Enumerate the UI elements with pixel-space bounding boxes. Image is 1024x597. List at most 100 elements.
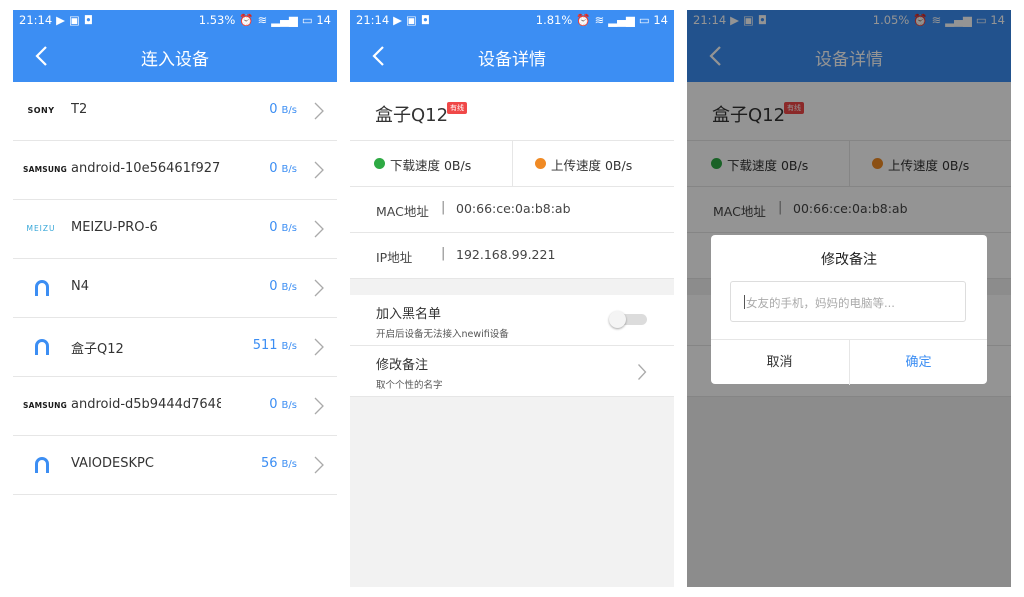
blacklist-subtitle: 开启后设备无法接入newifi设备: [376, 329, 509, 340]
status-bar: 21:14 ▶ ▣ ◘ 1.53% ⏰ ≋ ▂▄▆ ▭ 14: [13, 10, 337, 30]
device-name: VAIODESKPC: [71, 456, 154, 471]
image-icon: ▣: [69, 13, 80, 27]
nav-bar: 连入设备: [13, 30, 337, 82]
speed-unit: B/s: [281, 223, 297, 234]
dialog-title: 修改备注: [821, 252, 877, 268]
chevron-right-icon: [638, 364, 647, 380]
samsung-logo-icon: SAMSUNG: [23, 165, 67, 174]
ip-label: IP地址: [376, 250, 413, 265]
device-name: T2: [71, 102, 88, 117]
status-level: 14: [653, 13, 668, 27]
speed-unit: B/s: [281, 459, 297, 470]
remark-row[interactable]: 修改备注 取个个性的名字: [350, 346, 674, 397]
screen-connected-devices: 21:14 ▶ ▣ ◘ 1.53% ⏰ ≋ ▂▄▆ ▭ 14 连入设备 SONY T2 0 B/…: [13, 10, 337, 587]
device-row[interactable]: SAMSUNG android-10e56461f9278.. 0 B/s: [13, 141, 337, 200]
download-icon: [374, 158, 385, 169]
remark-input[interactable]: 女友的手机，妈妈的电脑等...: [730, 281, 966, 322]
alarm-icon: ⏰: [576, 13, 591, 27]
device-speed: 56: [261, 456, 278, 471]
chevron-right-icon: [314, 456, 324, 474]
device-row[interactable]: 盒子Q12 511 B/s: [13, 318, 337, 377]
device-row[interactable]: VAIODESKPC 56 B/s: [13, 436, 337, 495]
status-time: 21:14: [356, 13, 390, 27]
download-cell: 下载速度 0B/s: [350, 141, 512, 186]
download-speed: 下载速度 0B/s: [390, 158, 472, 173]
upload-speed: 上传速度 0B/s: [551, 158, 633, 173]
speed-unit: B/s: [281, 105, 297, 116]
device-row[interactable]: MEIZU MEIZU-PRO-6 0 B/s: [13, 200, 337, 259]
chevron-right-icon: [314, 279, 324, 297]
meizu-logo-icon: MEIZU: [26, 224, 56, 233]
status-level: 14: [316, 13, 331, 27]
device-speed: 0: [269, 161, 278, 176]
separator: |: [441, 200, 446, 215]
speed-unit: B/s: [281, 341, 297, 352]
wired-badge: 有线: [447, 102, 467, 114]
remark-input-placeholder: 女友的手机，妈妈的电脑等...: [746, 296, 895, 310]
edit-remark-dialog: 修改备注 女友的手机，妈妈的电脑等... 取消 确定: [711, 235, 987, 385]
speed-row: 下载速度 0B/s 上传速度 0B/s: [350, 141, 674, 187]
speed-unit: B/s: [281, 164, 297, 175]
device-name: android-10e56461f9278..: [71, 161, 221, 176]
device-speed: 0: [269, 397, 278, 412]
page-title: 连入设备: [141, 50, 209, 70]
remark-subtitle: 取个个性的名字: [376, 380, 443, 391]
signal-icon: ▂▄▆: [608, 13, 635, 27]
speed-unit: B/s: [281, 282, 297, 293]
chevron-right-icon: [314, 397, 324, 415]
ip-row: IP地址 | 192.168.99.221: [350, 233, 674, 279]
upload-cell: 上传速度 0B/s: [512, 141, 674, 186]
page-title: 设备详情: [478, 50, 546, 70]
router-n-icon: [35, 457, 49, 473]
sony-logo-icon: SONY: [27, 106, 55, 115]
wifi-icon: ≋: [257, 13, 268, 27]
device-speed: 0: [269, 102, 278, 117]
status-battery-percent: 1.53: [198, 13, 225, 27]
toggle-knob: [609, 311, 626, 328]
device-name: MEIZU-PRO-6: [71, 220, 158, 235]
image-icon: ▣: [406, 13, 417, 27]
mac-value: 00:66:ce:0a:b8:ab: [456, 201, 571, 216]
chevron-right-icon: [314, 220, 324, 238]
remark-title: 修改备注: [376, 358, 429, 373]
device-name: N4: [71, 279, 89, 294]
separator: |: [441, 246, 446, 261]
battery-icon: ▭: [301, 13, 313, 27]
battery-icon: ▭: [638, 13, 650, 27]
signal-icon: ▂▄▆: [271, 13, 298, 27]
device-header: 盒子Q12 有线: [350, 82, 674, 141]
device-speed: 0: [269, 220, 278, 235]
alarm-icon: ⏰: [239, 13, 254, 27]
device-row[interactable]: SAMSUNG android-d5b9444d76486.. 0B/s: [13, 377, 337, 436]
mac-label: MAC地址: [376, 204, 429, 219]
notification-icon: ◘: [83, 13, 93, 27]
cancel-button[interactable]: 取消: [711, 340, 848, 385]
blacklist-toggle[interactable]: [609, 311, 647, 328]
device-row[interactable]: N4 0 B/s: [13, 259, 337, 318]
screen-edit-remark-dialog: 21:14 ▶ ▣ ◘ 1.05% ⏰ ≋ ▂▄▆ ▭ 14 设备详情 盒子Q12 有线 下载…: [687, 10, 1011, 587]
play-icon: ▶: [56, 13, 66, 27]
status-battery-percent: 1.81: [535, 13, 562, 27]
device-name: 盒子Q12: [375, 105, 449, 126]
play-icon: ▶: [393, 13, 403, 27]
chevron-right-icon: [314, 102, 324, 120]
router-n-icon: [35, 339, 49, 355]
blacklist-title: 加入黑名单: [376, 307, 442, 322]
screen-device-detail: 21:14 ▶ ▣ ◘ 1.81% ⏰ ≋ ▂▄▆ ▭ 14 设备详情 盒子Q12 有线 下载…: [350, 10, 674, 587]
notification-icon: ◘: [420, 13, 430, 27]
router-n-icon: [35, 280, 49, 296]
upload-icon: [535, 158, 546, 169]
wifi-icon: ≋: [594, 13, 605, 27]
device-list: SONY T2 0 B/s SAMSUNG android-10e56461f92…: [13, 82, 337, 495]
nav-bar: 设备详情: [350, 30, 674, 82]
mac-row: MAC地址 | 00:66:ce:0a:b8:ab: [350, 187, 674, 233]
status-time: 21:14: [19, 13, 53, 27]
blacklist-row: 加入黑名单 开启后设备无法接入newifi设备: [350, 295, 674, 346]
device-name: android-d5b9444d76486..: [71, 397, 221, 412]
confirm-button[interactable]: 确定: [849, 340, 987, 385]
section-gap: [350, 279, 674, 295]
speed-unit: B/s: [281, 400, 297, 411]
samsung-logo-icon: SAMSUNG: [23, 401, 67, 410]
device-row[interactable]: SONY T2 0 B/s: [13, 82, 337, 141]
device-name: 盒子Q12: [71, 342, 124, 357]
